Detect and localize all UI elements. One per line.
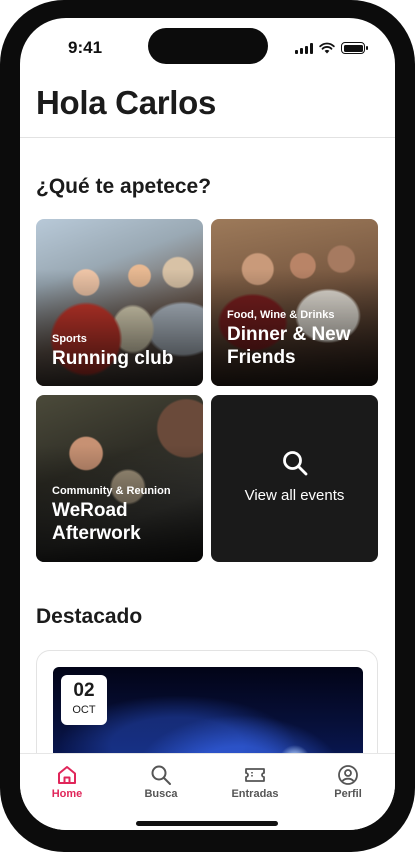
battery-icon bbox=[341, 42, 368, 54]
date-badge: 02 OCT bbox=[61, 675, 107, 725]
home-indicator bbox=[136, 821, 278, 826]
view-all-events-button[interactable]: View all events bbox=[211, 395, 378, 562]
ticket-icon bbox=[245, 768, 265, 782]
wifi-icon bbox=[319, 42, 335, 54]
tile-title: Dinner & New bbox=[227, 324, 351, 345]
status-icons bbox=[295, 42, 368, 54]
category-tile-food[interactable]: Food, Wine & Drinks Dinner & New Friends bbox=[211, 219, 378, 386]
tab-profile[interactable]: Perfil bbox=[301, 754, 395, 804]
date-month: OCT bbox=[72, 704, 96, 716]
tab-search[interactable]: Busca bbox=[114, 754, 208, 804]
tile-title: Running club bbox=[52, 348, 174, 369]
tab-label: Entradas bbox=[231, 788, 279, 800]
bottom-tab-bar: Home Busca Entradas Perfil bbox=[20, 753, 395, 830]
view-all-label: View all events bbox=[244, 487, 345, 504]
category-tile-sports[interactable]: Sports Running club bbox=[36, 219, 203, 386]
header-divider bbox=[20, 137, 395, 138]
page-title: Hola Carlos bbox=[36, 84, 217, 121]
tab-label: Perfil bbox=[334, 788, 362, 800]
tab-label: Busca bbox=[144, 788, 178, 800]
tile-category: Food, Wine & Drinks bbox=[227, 309, 335, 321]
category-tile-community[interactable]: Community & Reunion WeRoad Afterwork bbox=[36, 395, 203, 562]
section-title-explore: ¿Qué te apetece? bbox=[36, 175, 212, 198]
tab-home[interactable]: Home bbox=[20, 754, 114, 804]
tile-category: Community & Reunion bbox=[52, 485, 171, 497]
dynamic-island bbox=[148, 28, 268, 64]
status-time: 9:41 bbox=[68, 38, 103, 57]
home-icon bbox=[58, 766, 76, 784]
tab-label: Home bbox=[51, 788, 83, 800]
tile-title: Afterwork bbox=[52, 523, 141, 544]
search-icon bbox=[283, 451, 308, 476]
signal-icon bbox=[295, 42, 313, 54]
profile-icon bbox=[338, 765, 358, 785]
tile-title: Friends bbox=[227, 347, 296, 368]
app-screen: 9:41 Hola Carlos ¿Qué te apetece? Sports… bbox=[20, 18, 395, 830]
tab-tickets[interactable]: Entradas bbox=[208, 754, 302, 804]
tile-title: WeRoad bbox=[52, 500, 128, 521]
section-title-featured: Destacado bbox=[36, 605, 143, 628]
tile-category: Sports bbox=[52, 333, 87, 345]
date-day: 02 bbox=[73, 680, 95, 701]
device-frame: 9:41 Hola Carlos ¿Qué te apetece? Sports… bbox=[0, 0, 415, 852]
search-icon bbox=[151, 765, 171, 785]
